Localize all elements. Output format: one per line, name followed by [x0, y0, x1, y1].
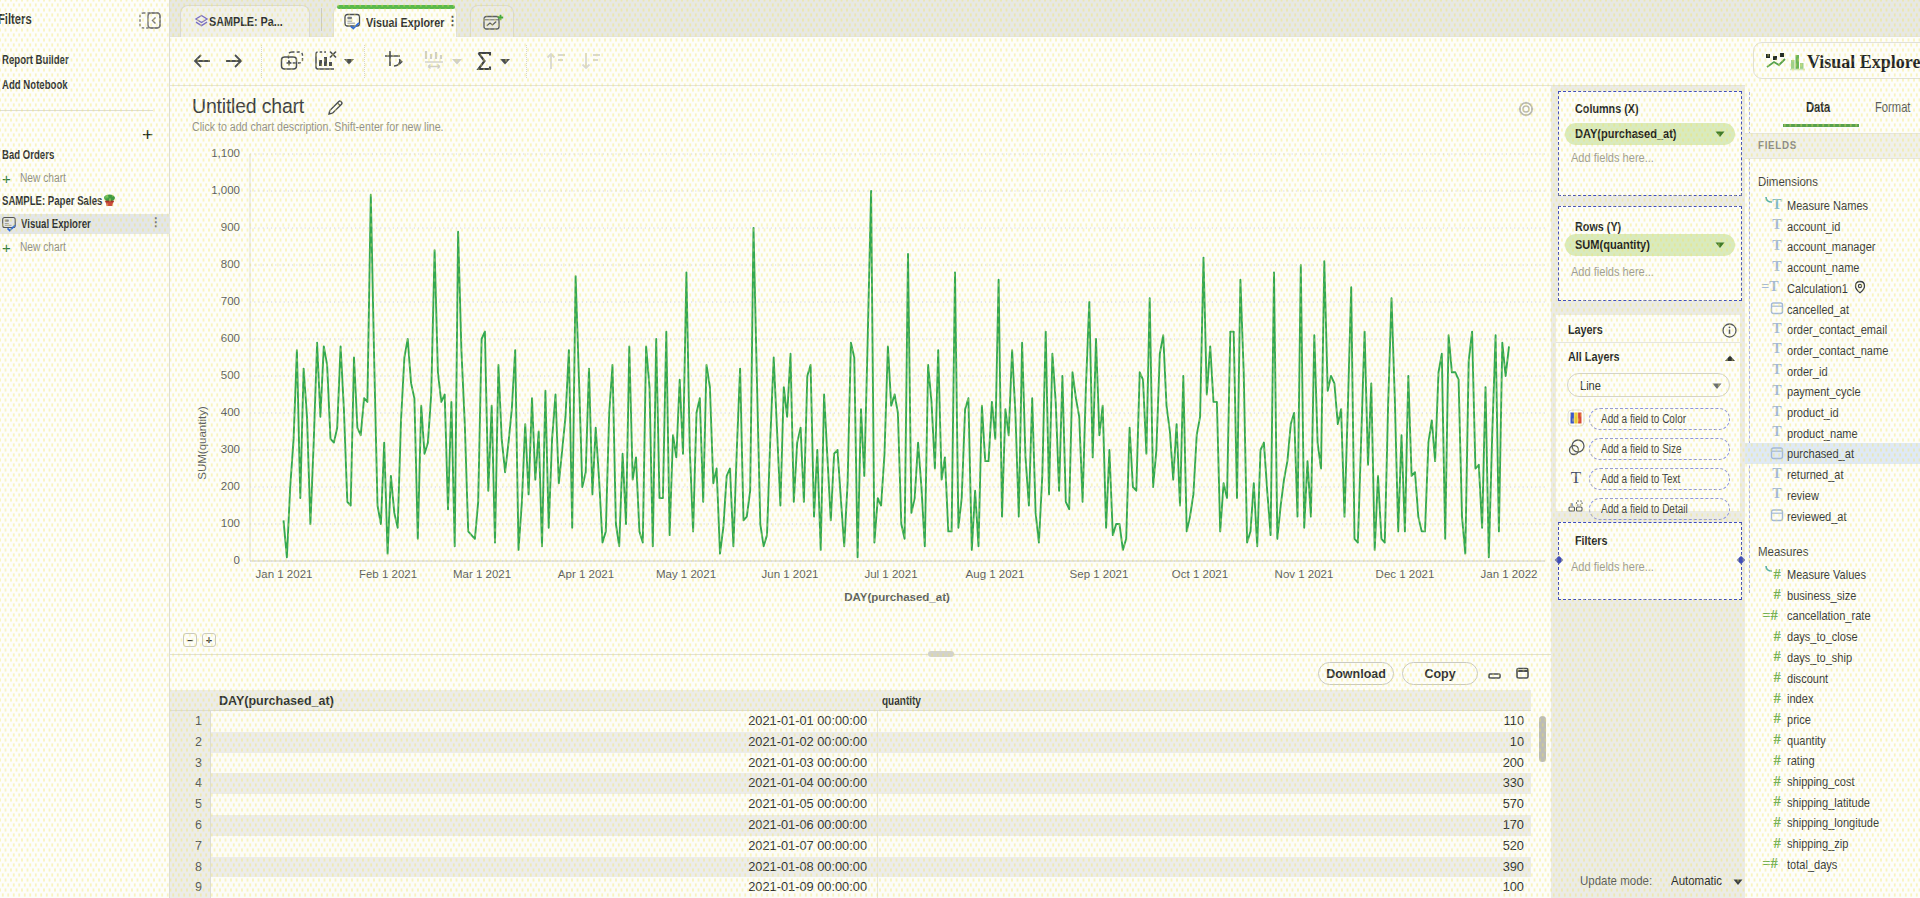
svg-text:a: a [1570, 501, 1574, 507]
